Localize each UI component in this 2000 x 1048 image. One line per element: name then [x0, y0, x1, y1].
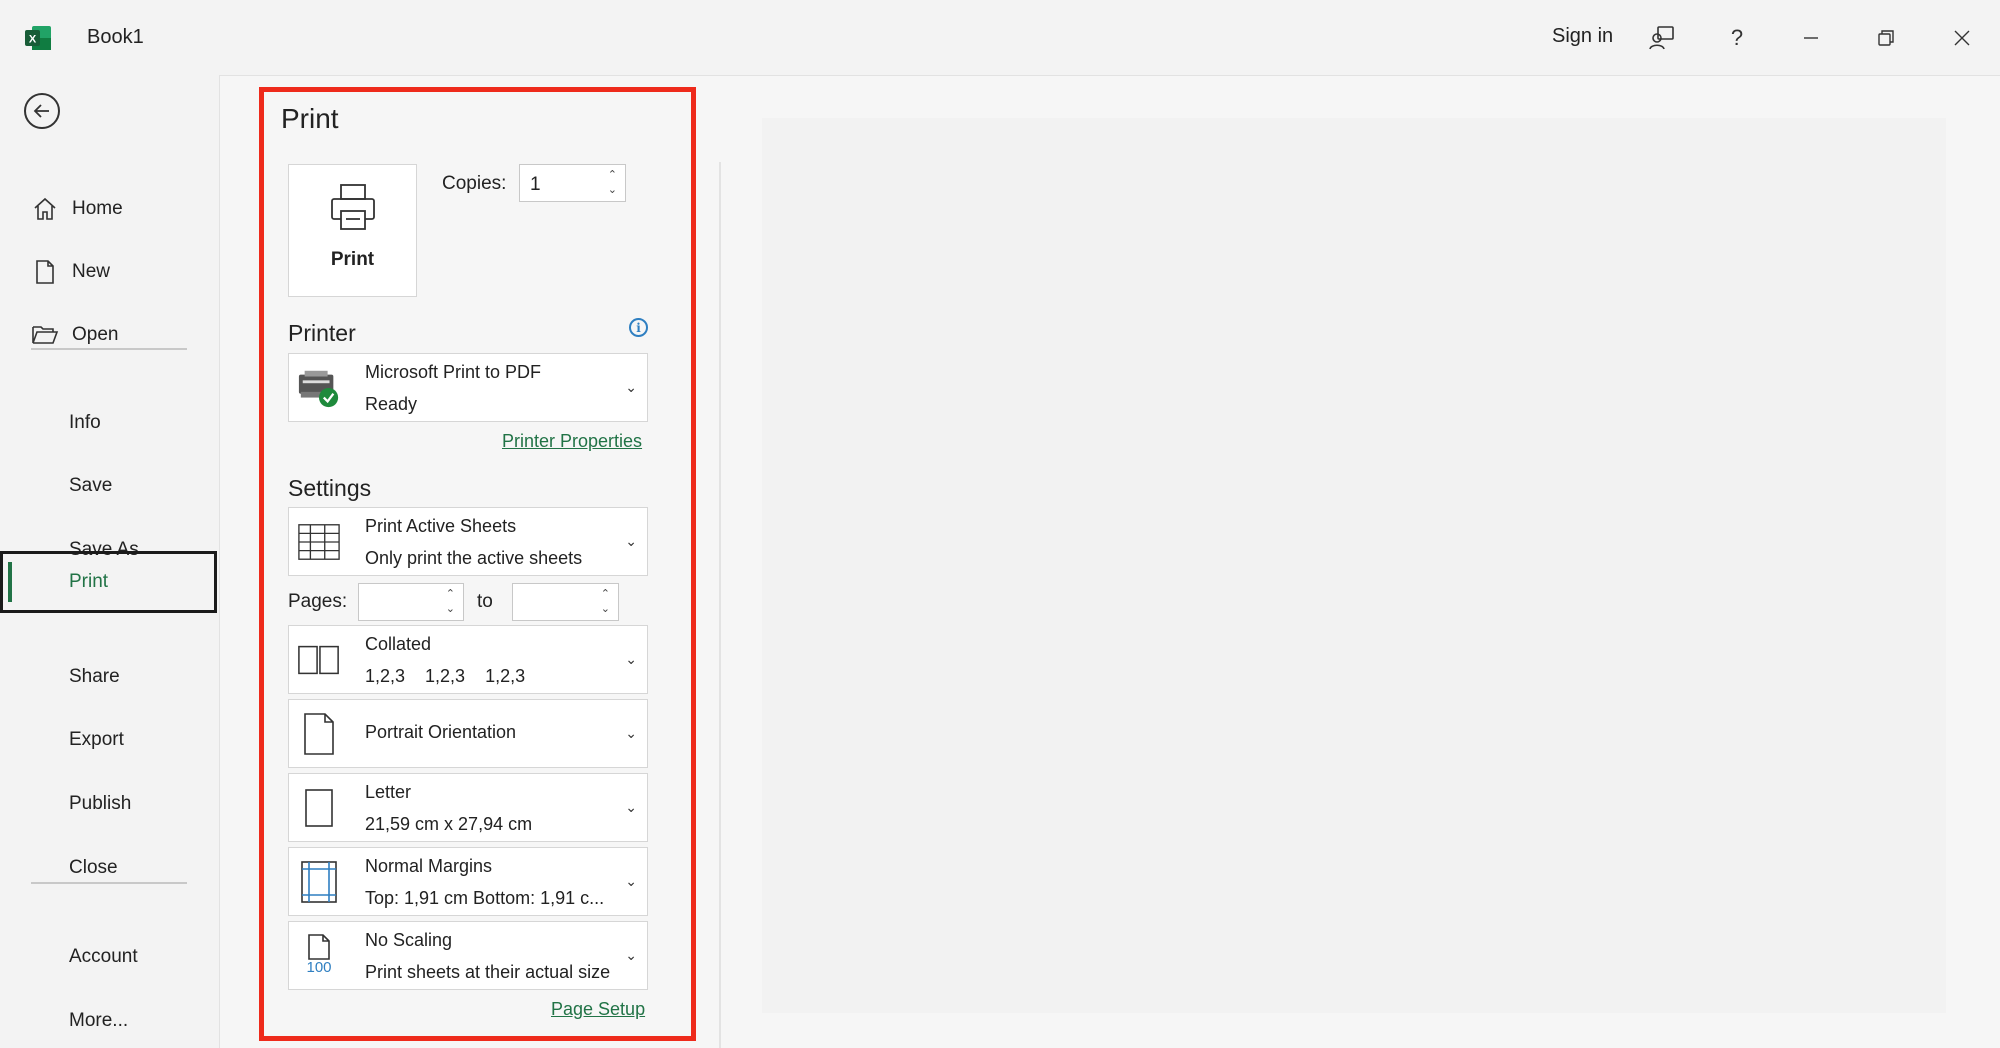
sidebar-item-account[interactable]: Account — [0, 926, 218, 988]
sidebar-item-label: Export — [69, 729, 124, 750]
sidebar-item-label: Home — [72, 198, 123, 219]
sidebar-item-close[interactable]: Close — [0, 837, 218, 899]
sidebar-item-label: Publish — [69, 793, 132, 814]
sidebar-item-label: Open — [72, 324, 119, 345]
close-icon — [1954, 30, 1970, 46]
sidebar-item-label: Share — [69, 666, 120, 687]
panel-divider — [719, 162, 721, 1048]
restore-icon — [1878, 30, 1894, 46]
minimize-button[interactable] — [1789, 18, 1833, 58]
sidebar-separator — [31, 882, 187, 884]
sidebar-item-label: Save — [69, 475, 113, 496]
restore-button[interactable] — [1864, 18, 1908, 58]
close-window-button[interactable] — [1940, 18, 1984, 58]
sign-in-link[interactable]: Sign in — [1552, 25, 1613, 48]
feedback-icon — [1649, 26, 1674, 50]
sidebar-item-label: New — [72, 261, 111, 282]
print-preview-area — [762, 118, 1946, 1013]
sidebar-item-label: More... — [69, 1010, 129, 1031]
sidebar-item-print[interactable]: Print — [0, 551, 217, 613]
sidebar-item-new[interactable]: New — [0, 241, 218, 303]
sidebar-item-export[interactable]: Export — [0, 709, 218, 771]
excel-logo-icon: X — [24, 25, 52, 51]
minimize-icon — [1804, 37, 1818, 39]
sidebar-item-label: Print — [69, 571, 109, 592]
sidebar-item-open[interactable]: Open — [0, 304, 218, 366]
back-arrow-icon — [33, 104, 49, 118]
feedback-button[interactable] — [1640, 18, 1684, 58]
back-button[interactable] — [24, 93, 60, 129]
home-icon — [30, 194, 60, 224]
document-title: Book1 — [87, 26, 144, 48]
sidebar-item-info[interactable]: Info — [0, 392, 218, 454]
backstage-sidebar: Home New Open Info Save Save As Print Sh… — [0, 75, 218, 1048]
help-button[interactable]: ? — [1715, 18, 1759, 58]
open-folder-icon — [30, 320, 60, 350]
svg-text:X: X — [29, 34, 37, 46]
sidebar-item-save[interactable]: Save — [0, 455, 218, 517]
sidebar-item-more[interactable]: More... — [0, 990, 218, 1048]
print-panel-highlight — [259, 87, 696, 1041]
title-bar: X Book1 Sign in ? — [0, 0, 2000, 75]
sidebar-item-label: Account — [69, 946, 138, 967]
sidebar-separator — [31, 348, 187, 350]
sidebar-item-label: Close — [69, 857, 118, 878]
sidebar-item-home[interactable]: Home — [0, 178, 218, 240]
sidebar-item-label: Info — [69, 412, 101, 433]
sidebar-item-publish[interactable]: Publish — [0, 773, 218, 835]
new-document-icon — [30, 257, 60, 287]
sidebar-item-share[interactable]: Share — [0, 646, 218, 708]
